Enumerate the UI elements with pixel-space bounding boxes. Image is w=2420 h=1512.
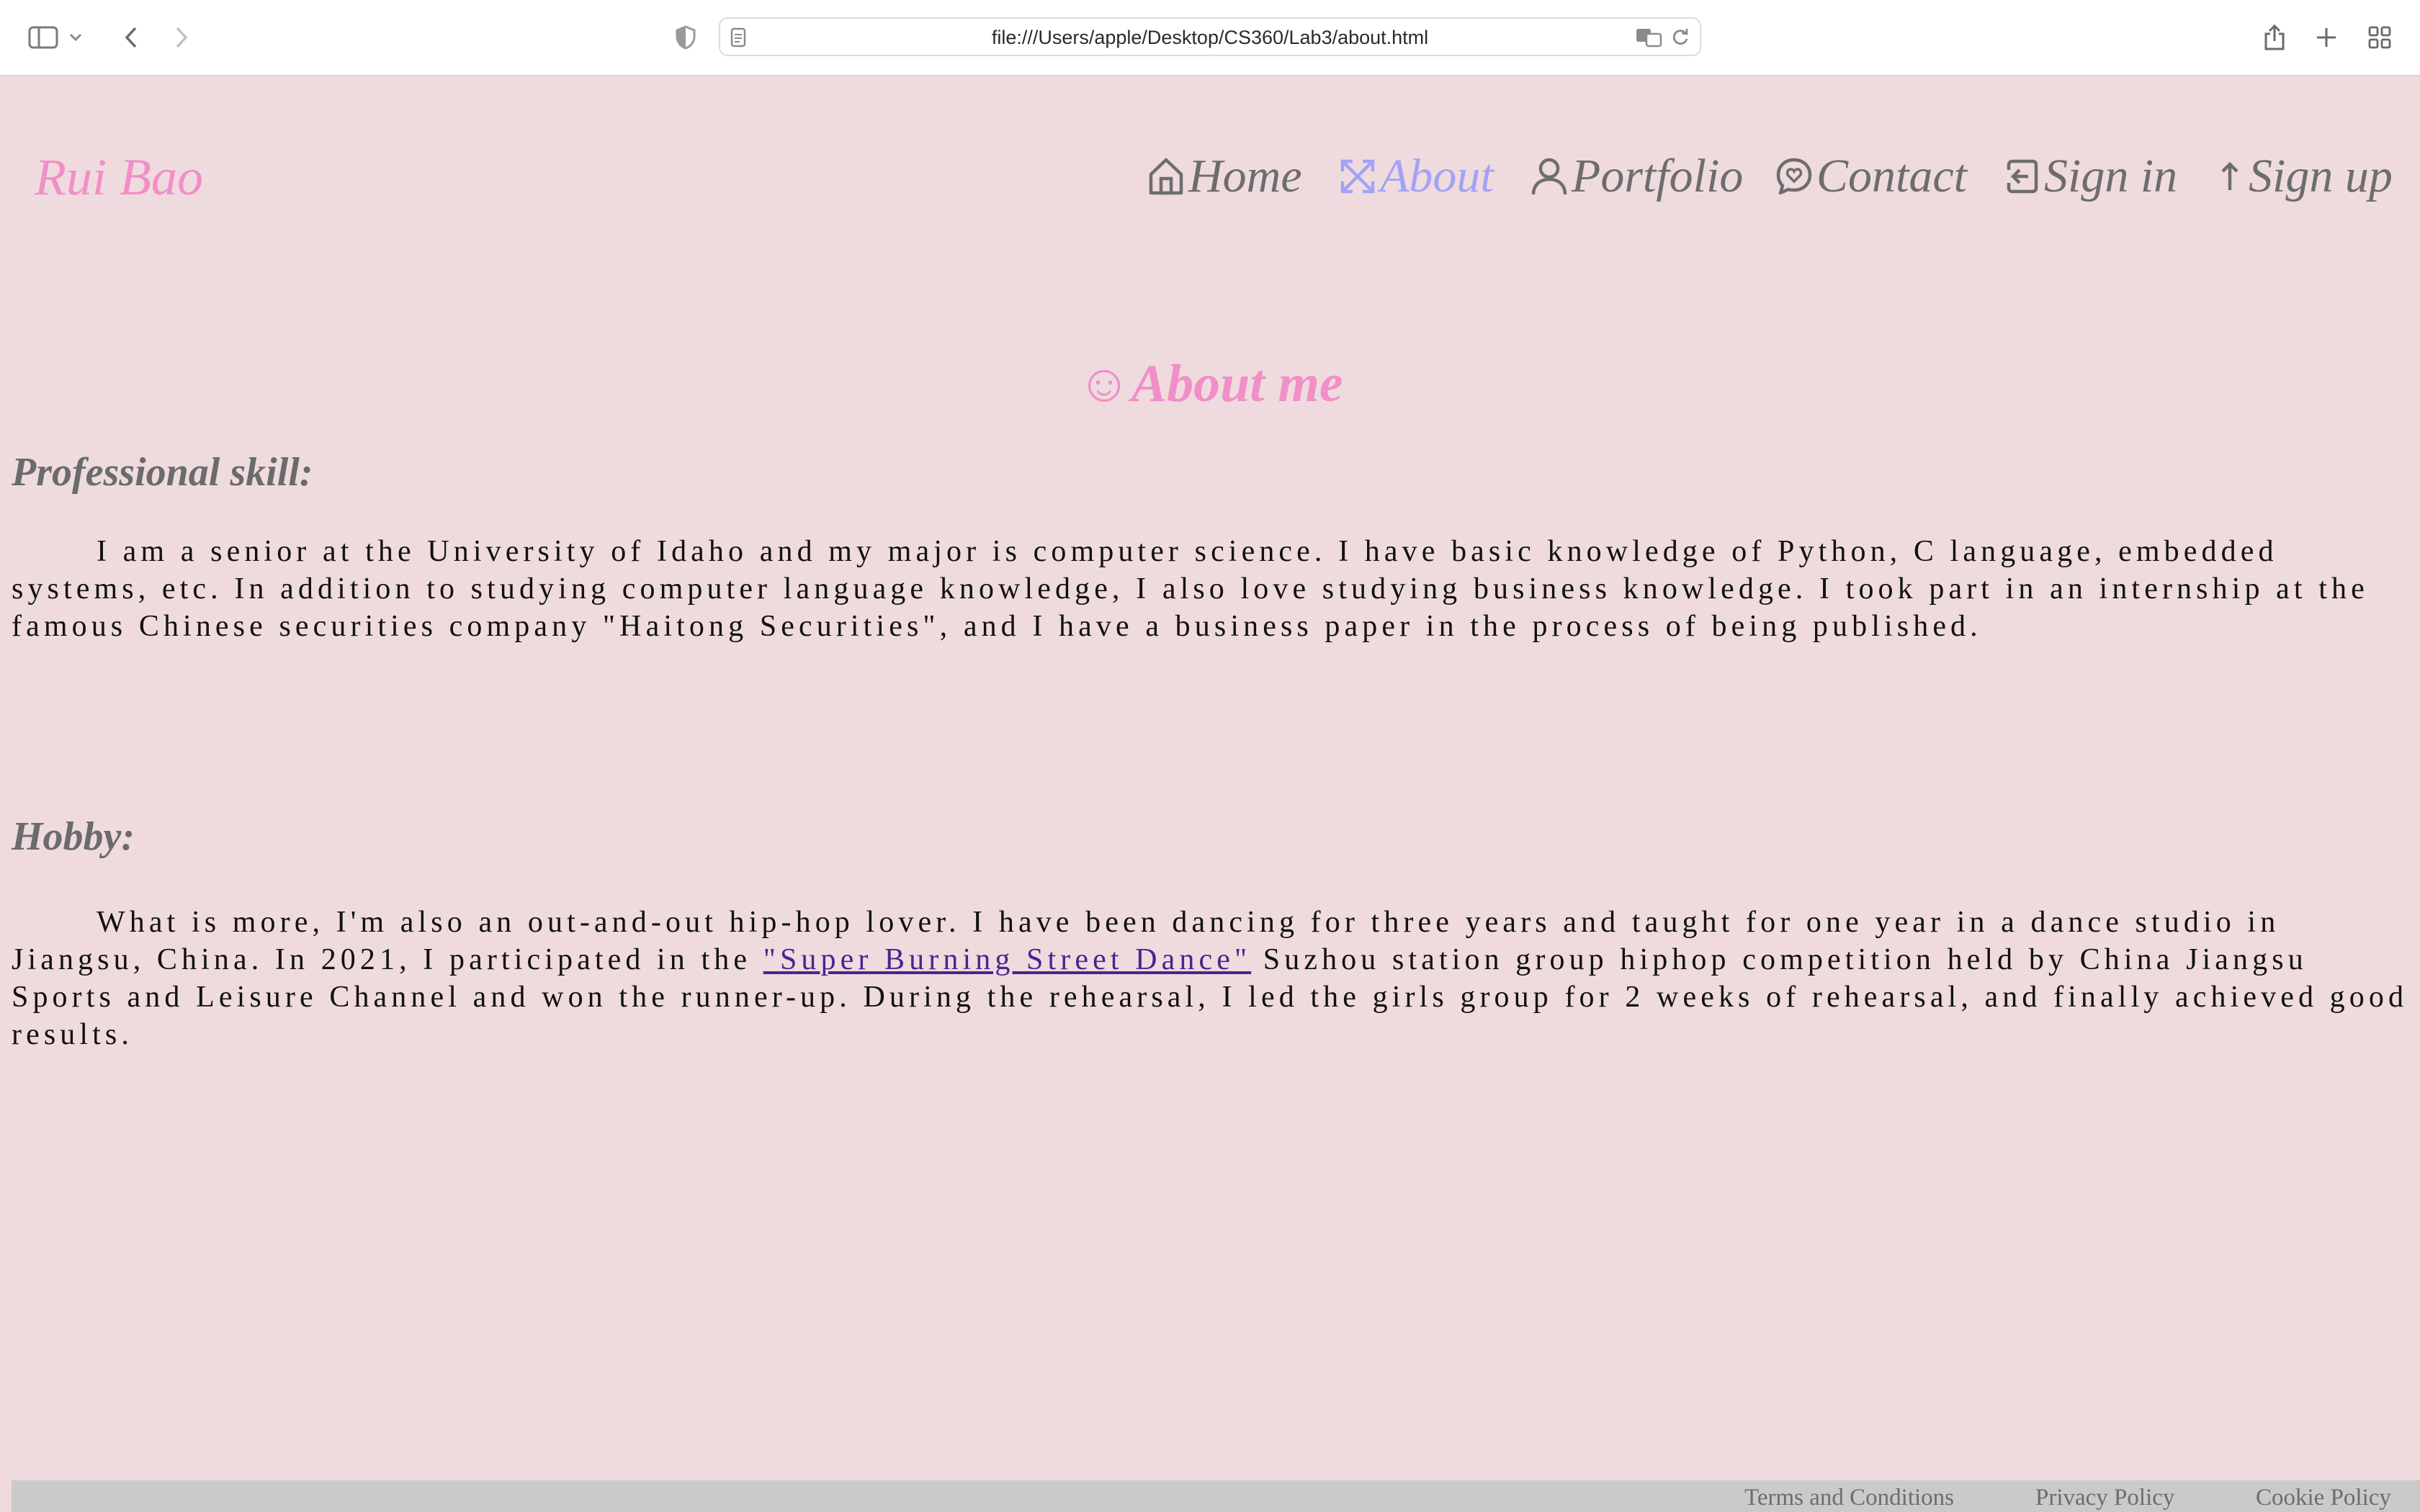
home-icon	[1149, 158, 1183, 195]
nav-sign-up-label: Sign up	[2249, 150, 2393, 202]
back-button[interactable]	[112, 19, 150, 56]
person-icon	[1531, 158, 1567, 195]
nav-home[interactable]: Home	[1147, 153, 1302, 200]
tab-menu-button[interactable]	[63, 19, 88, 56]
nav-contact-label: Contact	[1816, 150, 1967, 202]
new-tab-button[interactable]	[2308, 19, 2345, 56]
nav-portfolio-label: Portfolio	[1572, 150, 1744, 202]
nav-sign-in[interactable]: Sign in	[2002, 153, 2177, 200]
street-dance-link[interactable]: "Super Burning Street Dance"	[763, 943, 1251, 976]
tab-overview-button[interactable]	[2361, 19, 2398, 56]
forward-button[interactable]	[163, 19, 200, 56]
footer-privacy-link[interactable]: Privacy Policy	[2035, 1483, 2174, 1512]
url-text: file:///Users/apple/Desktop/CS360/Lab3/a…	[991, 27, 1429, 48]
privacy-shield-button[interactable]	[667, 19, 704, 56]
arrow-up-icon	[2221, 161, 2238, 190]
chevron-down-icon	[69, 33, 82, 42]
footer: Terms and Conditions Privacy Policy Cook…	[12, 1480, 2420, 1512]
share-button[interactable]	[2256, 19, 2293, 56]
browser-toolbar: file:///Users/apple/Desktop/CS360/Lab3/a…	[0, 0, 2420, 76]
nav-about-label: About	[1380, 150, 1494, 202]
chevron-right-icon	[176, 27, 188, 48]
grid-icon	[2368, 26, 2391, 49]
translate-icon[interactable]	[1635, 27, 1662, 51]
page-title: ☺About me	[0, 357, 2420, 410]
nav-home-label: Home	[1188, 150, 1302, 202]
nav-contact[interactable]: Contact	[1775, 153, 1967, 200]
sidebar-toggle-button[interactable]	[24, 19, 62, 56]
page-title-text: About me	[1131, 354, 1343, 413]
hobby-paragraph: What is more, I'm also an out-and-out hi…	[12, 904, 2410, 1053]
hobby-heading: Hobby:	[12, 814, 135, 859]
reload-icon[interactable]	[1671, 28, 1690, 50]
skills-heading: Professional skill:	[12, 450, 313, 495]
nav-portfolio[interactable]: Portfolio	[1530, 153, 1743, 200]
nav-sign-up[interactable]: Sign up	[2214, 153, 2393, 200]
nav-sign-in-label: Sign in	[2044, 150, 2178, 202]
shield-icon	[676, 25, 696, 50]
skills-paragraph: I am a senior at the University of Idaho…	[12, 535, 2369, 643]
expand-arrows-icon	[1340, 159, 1375, 194]
plus-icon	[2317, 28, 2336, 47]
chevron-left-icon	[125, 27, 137, 48]
main-nav: Home About Portfolio Contact Sign in Sig…	[0, 153, 2420, 210]
footer-cookie-link[interactable]: Cookie Policy	[2256, 1483, 2391, 1512]
chat-heart-icon	[1776, 158, 1812, 195]
footer-terms-link[interactable]: Terms and Conditions	[1744, 1483, 1954, 1512]
share-icon	[2264, 24, 2285, 50]
sign-in-icon	[2007, 159, 2038, 194]
smiley-icon: ☺	[1077, 354, 1131, 413]
sidebar-icon	[28, 26, 58, 49]
address-bar[interactable]: file:///Users/apple/Desktop/CS360/Lab3/a…	[719, 17, 1701, 56]
nav-about[interactable]: About	[1338, 153, 1494, 200]
